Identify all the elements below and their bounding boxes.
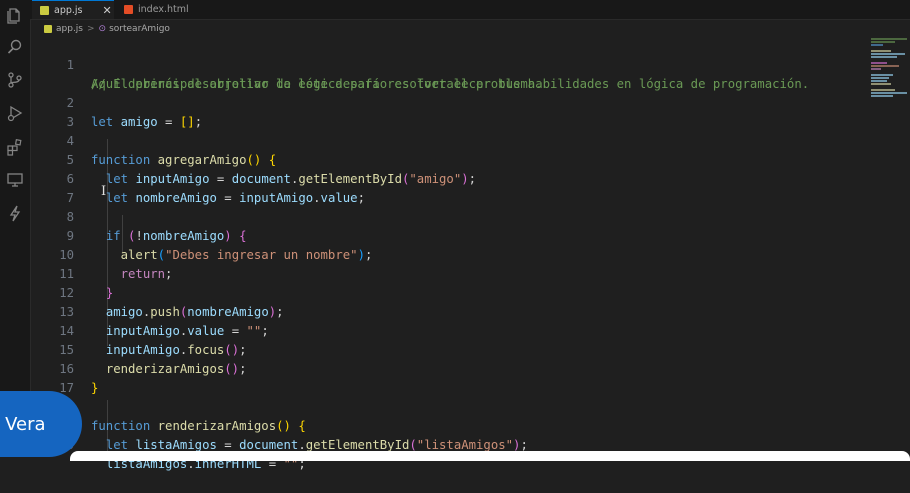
minimap-line [871,89,895,91]
extensions-icon[interactable] [6,138,24,156]
code-editor[interactable]: 1 // El principal objetivo de este desaf… [30,36,868,471]
minimap-line [871,92,907,94]
search-icon[interactable] [6,38,24,56]
minimap-line [871,62,887,64]
code-line: 6 let nombreAmigo = inputAmigo.value; [30,151,868,205]
code-line: 5 let inputAmigo = document.getElementBy… [30,132,868,186]
code-line: 18 function renderizarAmigos() { [30,379,868,433]
code-line: 13 inputAmigo.value = ""; [30,284,868,338]
code-line: 15 renderizarAmigos(); [30,322,868,376]
close-icon[interactable]: ✕ [103,4,112,17]
minimap-line [871,53,905,55]
tab-bar: app.js ✕ index.html [30,0,910,20]
code-line: 20 listaAmigos.innerHTML = ""; [30,417,868,471]
minimap-line [871,65,899,67]
explorer-icon[interactable] [6,6,24,24]
js-file-icon [44,25,52,33]
identifier: listaAmigos [135,438,217,452]
breadcrumb-file[interactable]: app.js [56,24,83,34]
tab-label: index.html [138,4,189,15]
tab-app-js[interactable]: app.js ✕ [32,0,114,19]
testing-icon[interactable] [6,204,24,222]
code-line: Aquí deberás desarrollar la lógica para … [30,56,868,91]
code-line: 4 function agregarAmigo() { [30,113,868,167]
function-symbol-icon: ⊙ [98,24,107,34]
breadcrumb-separator: > [87,24,95,34]
remote-explorer-icon[interactable] [6,171,24,189]
code-line: 19 let listaAmigos = document.getElement… [30,398,868,452]
code-line: 14 inputAmigo.focus(); [30,303,868,357]
breadcrumb-symbol[interactable]: sortearAmigo [109,24,170,34]
identifier: document [239,438,299,452]
string: "listaAmigos" [416,438,514,452]
presenter-name: s Vera [0,413,46,435]
code-line: 12 amigo.push(nombreAmigo); [30,265,868,319]
text-cursor-icon: I [101,184,107,199]
bottom-overlay-panel [70,451,910,461]
minimap-line [871,83,891,85]
presenter-name-badge: s Vera [0,391,82,457]
tab-label: app.js [54,4,83,16]
code-line: 7 [30,170,868,205]
code-line: 17 [30,360,868,395]
code-line: 10 return; [30,227,868,281]
activity-bar [0,0,31,457]
code-line: 8 if (!nombreAmigo) { [30,189,868,243]
source-control-icon[interactable] [6,71,24,89]
method: getElementById [305,438,410,452]
minimap-line [871,80,887,82]
minimap[interactable] [868,36,910,457]
html-file-icon [124,5,133,14]
minimap-line [871,68,881,70]
minimap-line [871,44,883,46]
breadcrumb: app.js > ⊙ sortearAmigo [44,22,170,36]
minimap-line [871,41,895,43]
minimap-line [871,50,891,52]
minimap-line [871,74,893,76]
minimap-line [871,95,893,97]
keyword: let [105,438,129,452]
code-line: 1 // El principal objetivo de este desaf… [30,37,868,91]
minimap-line [871,56,897,58]
tab-index-html[interactable]: index.html [116,0,204,19]
minimap-line [871,38,907,40]
js-file-icon [40,5,49,15]
code-line: 9 alert("Debes ingresar un nombre"); [30,208,868,262]
code-line: 11 } [30,246,868,300]
code-line: 16 } [30,341,868,395]
code-line: 3 [30,94,868,129]
run-debug-icon[interactable] [6,104,24,122]
minimap-line [871,77,889,79]
code-line: 2 let amigo = []; [30,75,868,129]
